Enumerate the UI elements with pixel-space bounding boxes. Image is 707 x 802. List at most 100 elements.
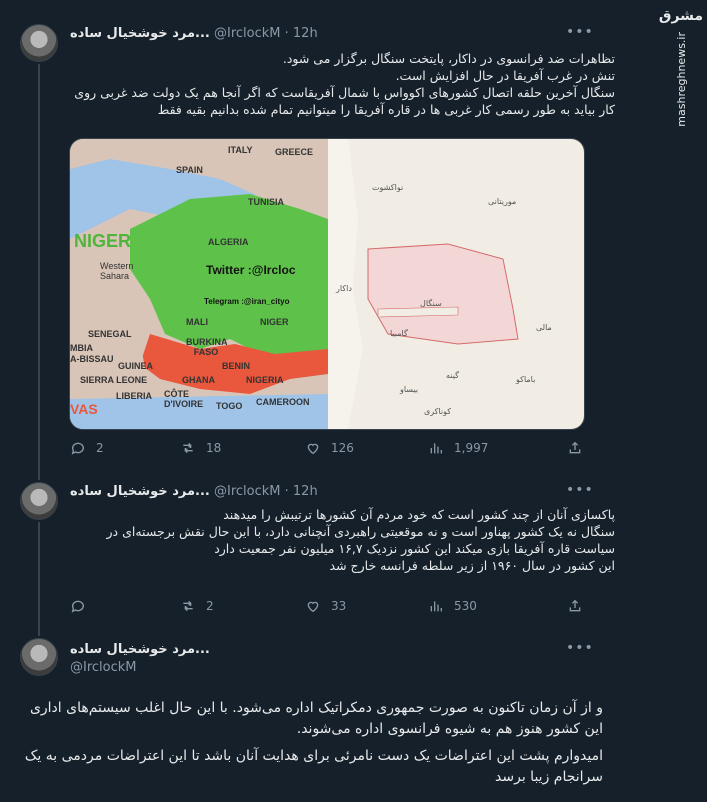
tweet-handle-row: @IrclockM — [70, 660, 137, 675]
retweet-count: 18 — [206, 441, 222, 455]
tweet-media-image[interactable]: SPAIN GREECE ITALY TUNISIA ALGERIA NIGER… — [69, 138, 585, 430]
map-label: BURKINA FASO — [186, 337, 228, 357]
avatar[interactable] — [20, 638, 58, 676]
more-options-icon[interactable]: ••• — [566, 640, 594, 656]
map-label: GUINEA — [118, 361, 154, 371]
heart-icon — [307, 601, 319, 613]
watermark-logo: مشرق — [658, 8, 704, 24]
tweet-line: سنگال آخرین حلقه اتصال کشورهای اکوواس با… — [74, 85, 615, 100]
geographic-map: نواکشوت موریتانی سنگال داکار گامبیا مالی… — [328, 139, 584, 429]
map-label: مالی — [536, 323, 552, 332]
map-label: ALGERIA — [208, 237, 249, 247]
tweet-line: تظاهرات ضد فرانسوی در داکار، پایتخت سنگا… — [282, 51, 615, 66]
tweet-line: امیدوارم پشت این اعتراضات یک دست نامرئی … — [24, 748, 603, 764]
map-label: ITALY — [228, 145, 253, 155]
map-label: Western Sahara — [100, 261, 134, 281]
views-button[interactable]: 530 — [428, 598, 477, 614]
reply-icon — [71, 442, 84, 455]
separator-dot: · — [284, 26, 289, 41]
tweet-2[interactable]: مرد خوشخیال ساده... @IrclockM · 12h ••• … — [0, 470, 655, 622]
tweet-actions: 2 18 126 1,997 — [70, 440, 590, 462]
retweet-icon — [183, 600, 193, 612]
map-label: گامبیا — [390, 329, 408, 338]
reply-button[interactable]: 2 — [70, 440, 104, 456]
tweet-3[interactable]: مرد خوشخیال ساده... @IrclockM ••• و از آ… — [0, 622, 655, 802]
display-name[interactable]: مرد خوشخیال ساده... — [70, 26, 210, 41]
map-label: A-BISSAU — [70, 354, 114, 364]
map-label: CÔTE D'IVOIRE — [164, 389, 204, 409]
map-label: SPAIN — [176, 165, 203, 175]
africa-map-shapes — [70, 139, 328, 429]
reply-button[interactable] — [70, 598, 96, 614]
avatar[interactable] — [20, 482, 58, 520]
view-count: 530 — [454, 599, 477, 613]
watermark-site: mashreghnews.ir — [674, 32, 688, 127]
map-label: BENIN — [222, 361, 251, 371]
map-label: گینه — [446, 371, 459, 380]
views-button[interactable]: 1,997 — [428, 440, 488, 456]
tweet-line: سنگال نه یک کشور پهناور است و نه موقعیتی… — [106, 524, 615, 539]
tweet-1[interactable]: مرد خوشخیال ساده... @IrclockM · 12h ••• … — [0, 0, 655, 470]
tweet-line: تنش در غرب آفریقا در حال افزایش است. — [395, 68, 615, 83]
map-label: داکار — [336, 284, 352, 293]
map-label: SIERRA LEONE — [80, 375, 148, 385]
map-label: VAS — [70, 401, 98, 417]
watermark: مشرق mashreghnews.ir — [655, 0, 707, 148]
more-options-icon[interactable]: ••• — [566, 482, 594, 498]
thread-line — [38, 522, 40, 622]
retweet-button[interactable]: 2 — [180, 598, 214, 614]
reply-icon — [71, 600, 84, 613]
more-options-icon[interactable]: ••• — [566, 24, 594, 40]
map-label: GREECE — [275, 147, 314, 157]
map-label-telegram: Telegram :@iran_cityo — [204, 297, 290, 306]
like-button[interactable]: 33 — [305, 598, 346, 614]
tweet-actions: 2 33 530 — [70, 598, 590, 620]
tweet-line: و از آن زمان تاکنون به صورت جمهوری دمکرا… — [29, 700, 603, 716]
retweet-icon — [183, 442, 193, 454]
user-handle[interactable]: @IrclockM — [214, 26, 281, 41]
map-label: MALI — [186, 317, 208, 327]
map-label-niger-large: NIGER — [74, 231, 132, 251]
map-label: SENEGAL — [88, 329, 132, 339]
map-label: MBIA — [70, 343, 93, 353]
tweet-line: سیاست قاره آفریقا بازی میکند این کشور نز… — [214, 541, 615, 556]
timestamp[interactable]: 12h — [293, 484, 318, 499]
share-icon — [569, 441, 581, 454]
user-handle[interactable]: @IrclockM — [214, 484, 281, 499]
tweet-line: کار بیاید به طور رسمی کار غربی ها در قار… — [157, 102, 615, 117]
share-button[interactable] — [567, 440, 593, 456]
views-icon — [430, 601, 442, 612]
thread-line — [38, 64, 40, 470]
map-label: موریتانی — [488, 197, 517, 206]
map-label: کوناکری — [424, 407, 452, 416]
political-map: SPAIN GREECE ITALY TUNISIA ALGERIA NIGER… — [70, 139, 328, 429]
display-name[interactable]: مرد خوشخیال ساده... — [70, 484, 210, 499]
like-button[interactable]: 126 — [305, 440, 354, 456]
map-label: سنگال — [420, 299, 442, 308]
map-label: TUNISIA — [248, 197, 284, 207]
share-icon — [569, 599, 581, 612]
retweet-button[interactable]: 18 — [180, 440, 221, 456]
tweet-header: مرد خوشخیال ساده... @IrclockM · 12h — [70, 484, 318, 499]
display-name[interactable]: مرد خوشخیال ساده... — [70, 642, 210, 657]
map-label: LIBERIA — [116, 391, 152, 401]
tweet-header: مرد خوشخیال ساده... @IrclockM · 12h — [70, 26, 318, 41]
map-label: CAMEROON — [256, 397, 310, 407]
senegal-map-shapes — [328, 139, 519, 429]
map-label-twitter: Twitter :@Ircloc — [206, 263, 296, 277]
tweet-line: این کشور هنوز هم به شیوه فرانسوی اداره م… — [296, 721, 603, 737]
map-label: GHANA — [182, 375, 215, 385]
map-label: TOGO — [216, 401, 243, 411]
like-count: 126 — [331, 441, 354, 455]
map-label: NIGERIA — [246, 375, 284, 385]
user-handle[interactable]: @IrclockM — [70, 660, 137, 675]
map-label: بیساو — [400, 385, 419, 394]
share-button[interactable] — [567, 598, 593, 614]
timestamp[interactable]: 12h — [293, 26, 318, 41]
map-label: باماکو — [516, 375, 536, 384]
map-label: NIGER — [260, 317, 289, 327]
avatar[interactable] — [20, 24, 58, 62]
like-count: 33 — [331, 599, 347, 613]
retweet-count: 2 — [206, 599, 214, 613]
reply-count: 2 — [96, 441, 104, 455]
